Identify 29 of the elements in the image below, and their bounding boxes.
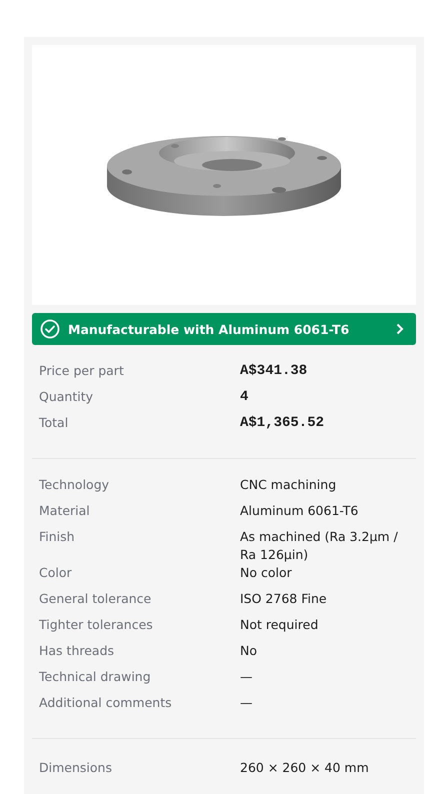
- spec-label: Technology: [39, 476, 110, 494]
- pricing-value: 4: [240, 388, 250, 407]
- spec-value: No: [240, 642, 258, 660]
- pricing-label: Total: [39, 414, 70, 432]
- spec-label: Technical drawing: [39, 668, 152, 686]
- dimensions-label: Dimensions: [39, 759, 113, 777]
- spec-value: —: [240, 694, 254, 712]
- spec-value: —: [240, 668, 254, 686]
- spec-value: Aluminum 6061-T6: [240, 502, 360, 520]
- spec-value: Not required: [240, 616, 320, 634]
- spec-label: Color: [39, 564, 73, 582]
- chevron-right-icon: [396, 323, 404, 335]
- check-circle-icon: [40, 319, 60, 339]
- spec-label: Additional comments: [39, 694, 173, 712]
- pricing-value: A$341.38: [240, 362, 308, 381]
- spec-label: General tolerance: [39, 590, 152, 608]
- spec-value: ISO 2768 Fine: [240, 590, 328, 608]
- spec-value: CNC machining: [240, 476, 338, 494]
- dimensions-value: 260 × 260 × 40 mm: [240, 759, 370, 777]
- spec-label: Tighter tolerances: [39, 616, 154, 634]
- pricing-label: Price per part: [39, 362, 125, 380]
- spec-value: As machined (Ra 3.2µm / Ra 126µin): [240, 528, 399, 564]
- spec-label: Has threads: [39, 642, 116, 660]
- manufacturability-banner[interactable]: Manufacturable with Aluminum 6061-T6: [32, 313, 416, 345]
- pricing-value: A$1,365.52: [240, 414, 326, 433]
- spec-label: Finish: [39, 528, 76, 546]
- spec-value: No color: [240, 564, 293, 582]
- pricing-label: Quantity: [39, 388, 94, 406]
- spec-label: Material: [39, 502, 91, 520]
